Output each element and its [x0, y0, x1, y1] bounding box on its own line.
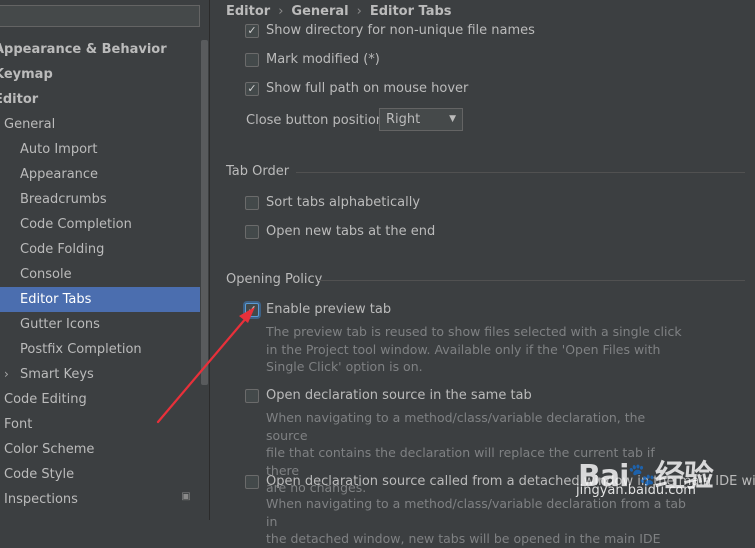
- description-line: Single Click' option is on.: [266, 359, 423, 374]
- description-line: the detached window, new tabs will be op…: [266, 531, 661, 546]
- settings-sidebar: Appearance & Behavior Keymap Editor General…: [0, 0, 209, 520]
- editor-tabs-settings-panel: Editor › General › Editor Tabs ✓ Show direct…: [210, 0, 755, 546]
- sidebar-item-color-scheme[interactable]: Color Scheme: [0, 437, 200, 462]
- option-label: Open new tabs at the end: [266, 224, 436, 239]
- sidebar-item-label: Appearance: [20, 167, 99, 182]
- description-line: The preview tab is reused to show files …: [266, 324, 682, 339]
- option-label: Enable preview tab: [266, 302, 392, 317]
- sidebar-item-gutter-icons[interactable]: Gutter Icons: [0, 312, 200, 337]
- breadcrumb-item: Editor Tabs: [369, 4, 452, 19]
- sidebar-item-code-editing[interactable]: Code Editing: [0, 387, 200, 412]
- option-description: When navigating to a method/class/variab…: [266, 495, 686, 548]
- sidebar-item-editor[interactable]: Editor: [0, 87, 200, 112]
- chevron-right-icon: ›: [356, 4, 362, 19]
- sidebar-item-appearance[interactable]: Appearance: [0, 162, 200, 187]
- sidebar-item-label: Code Completion: [20, 217, 132, 232]
- sidebar-item-font[interactable]: Font: [0, 412, 200, 437]
- sidebar-item-label: Postfix Completion: [20, 342, 142, 357]
- checkbox-icon[interactable]: [245, 53, 259, 67]
- sidebar-item-label: Appearance & Behavior: [0, 42, 167, 57]
- sidebar-item-keymap[interactable]: Keymap: [0, 62, 200, 87]
- sidebar-item-postfix-completion[interactable]: Postfix Completion: [0, 337, 200, 362]
- group-title-opening-policy: Opening Policy: [226, 272, 323, 287]
- sidebar-item-label: Console: [20, 267, 72, 282]
- sidebar-item-appearance-behavior[interactable]: Appearance & Behavior: [0, 37, 200, 62]
- sidebar-item-editor-tabs[interactable]: Editor Tabs: [0, 287, 200, 312]
- checkbox-icon[interactable]: [245, 389, 259, 403]
- sidebar-item-console[interactable]: Console: [0, 262, 200, 287]
- sidebar-item-label: General: [4, 117, 56, 132]
- checkbox-icon[interactable]: [245, 196, 259, 210]
- sidebar-item-label: Editor: [0, 92, 39, 107]
- checkbox-icon[interactable]: ✓: [245, 24, 259, 38]
- group-separator: [296, 172, 745, 173]
- close-button-position-label: Close button position:: [246, 113, 389, 128]
- description-line: When navigating to a method/class/variab…: [266, 496, 686, 529]
- sidebar-item-label: Font: [4, 417, 33, 432]
- breadcrumb-item: Editor: [226, 4, 271, 19]
- sidebar-item-label: Code Editing: [4, 392, 87, 407]
- option-label: Show directory for non-unique file names: [266, 23, 535, 38]
- sidebar-item-label: Breadcrumbs: [20, 192, 107, 207]
- dropdown-arrow-icon: ▼: [449, 114, 456, 124]
- sidebar-item-label: Auto Import: [20, 142, 98, 157]
- checkbox-icon[interactable]: [245, 225, 259, 239]
- description-line: in the Project tool window. Available on…: [266, 341, 661, 357]
- breadcrumb: Editor › General › Editor Tabs: [226, 3, 452, 21]
- chevron-right-icon: ›: [278, 4, 284, 19]
- sidebar-item-auto-import[interactable]: Auto Import: [0, 137, 200, 162]
- sidebar-item-code-completion[interactable]: Code Completion: [0, 212, 200, 237]
- chevron-right-icon[interactable]: ›: [4, 362, 9, 387]
- sidebar-item-general[interactable]: General: [0, 112, 200, 137]
- sidebar-item-label: Smart Keys: [20, 367, 94, 382]
- breadcrumb-item: General: [291, 4, 349, 19]
- group-title-tab-order: Tab Order: [226, 164, 290, 179]
- option-label: Mark modified (*): [266, 52, 380, 67]
- option-description: The preview tab is reused to show files …: [266, 323, 686, 376]
- main-scrollbar-track[interactable]: [745, 0, 755, 520]
- sidebar-item-smart-keys[interactable]: › Smart Keys: [0, 362, 200, 387]
- close-button-position-select[interactable]: Right ▼: [379, 108, 463, 131]
- sidebar-item-label: Color Scheme: [4, 442, 95, 457]
- sidebar-item-label: Code Style: [4, 467, 75, 482]
- sidebar-item-code-folding[interactable]: Code Folding: [0, 237, 200, 262]
- group-separator: [318, 280, 745, 281]
- option-label: Open declaration source called from a de…: [266, 474, 755, 489]
- sidebar-item-breadcrumbs[interactable]: Breadcrumbs: [0, 187, 200, 212]
- option-label: Sort tabs alphabetically: [266, 195, 421, 210]
- checkbox-icon[interactable]: ✓: [245, 82, 259, 96]
- sidebar-item-label: Editor Tabs: [20, 292, 92, 307]
- sidebar-item-label: Keymap: [0, 67, 53, 82]
- sidebar-item-label: Code Folding: [20, 242, 105, 257]
- sidebar-scrollbar-thumb[interactable]: [201, 40, 208, 385]
- sidebar-item-inspections[interactable]: Inspections: [0, 487, 200, 512]
- option-label: Open declaration source in the same tab: [266, 388, 532, 403]
- select-value: Right: [386, 112, 421, 127]
- description-line: When navigating to a method/class/variab…: [266, 410, 646, 443]
- collapse-icon[interactable]: ▣: [181, 492, 191, 502]
- sidebar-item-label: Gutter Icons: [20, 317, 100, 332]
- checkbox-icon[interactable]: ✓: [245, 303, 259, 317]
- sidebar-item-code-style[interactable]: Code Style: [0, 462, 200, 487]
- sidebar-item-label: Inspections: [4, 492, 78, 507]
- checkbox-icon[interactable]: [245, 475, 259, 489]
- option-label: Show full path on mouse hover: [266, 81, 469, 96]
- settings-search-input[interactable]: [0, 5, 200, 27]
